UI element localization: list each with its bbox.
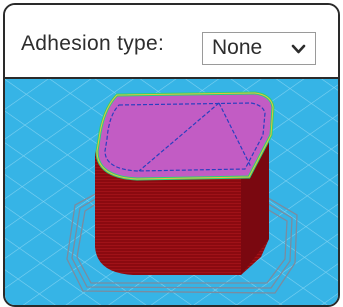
3d-preview-viewport[interactable] xyxy=(5,79,338,305)
chevron-down-icon xyxy=(291,44,306,54)
adhesion-preview-panel: Adhesion type: None xyxy=(3,3,340,307)
model-top xyxy=(95,91,275,181)
adhesion-type-value: None xyxy=(212,36,263,59)
adhesion-toolbar: Adhesion type: None xyxy=(5,5,338,79)
adhesion-type-label: Adhesion type: xyxy=(21,32,165,55)
adhesion-type-select[interactable]: None xyxy=(202,32,316,65)
build-plate-scene xyxy=(5,79,338,305)
